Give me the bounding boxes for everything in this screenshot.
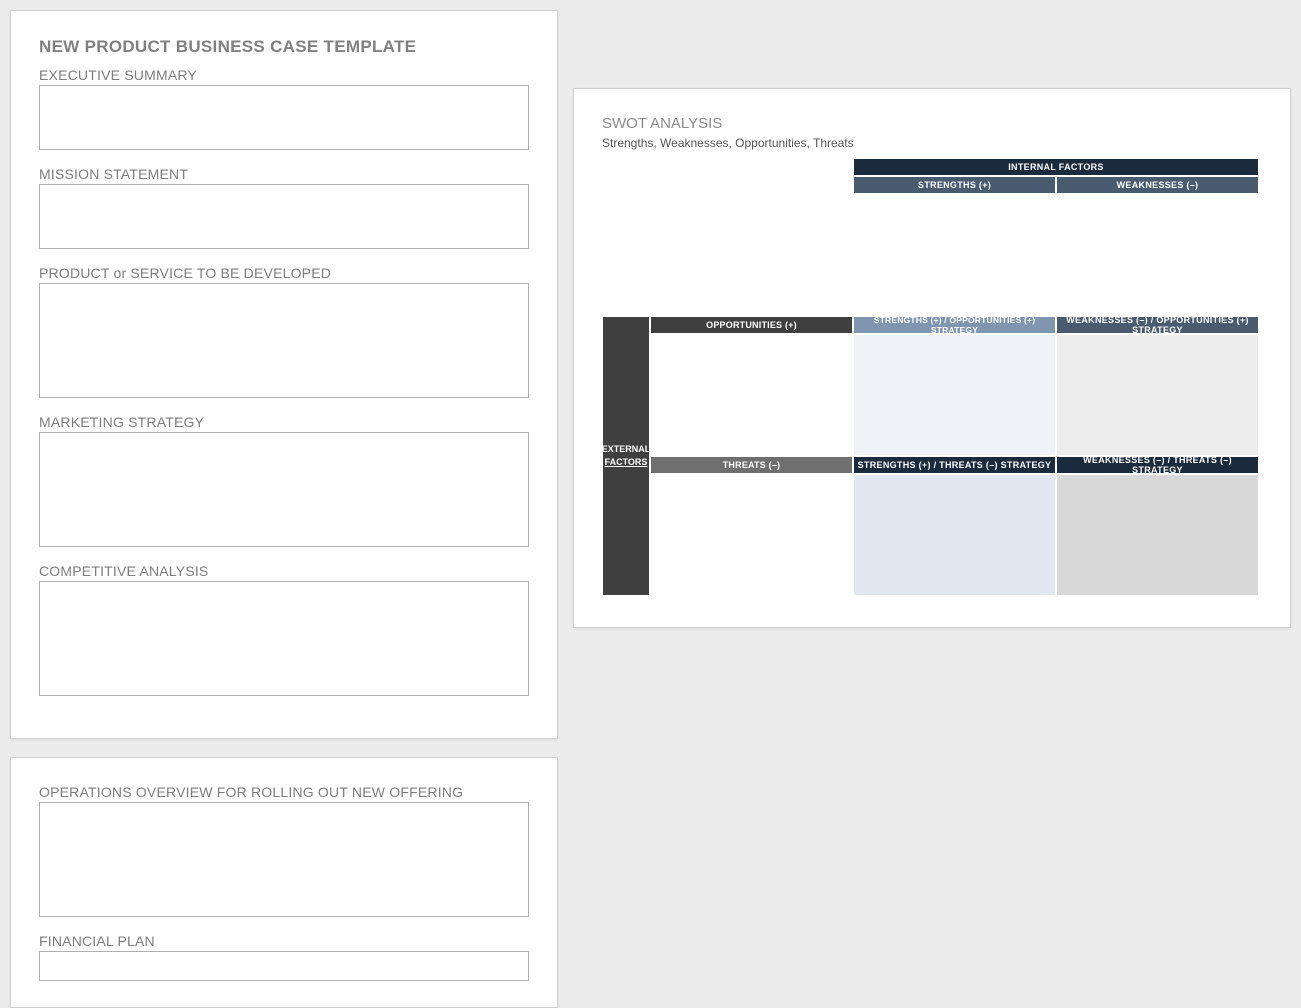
section-label: OPERATIONS OVERVIEW FOR ROLLING OUT NEW … [39,784,529,800]
swot-title: SWOT ANALYSIS [602,115,1262,132]
header-w-o-strategy: WEAKNESSES (–) / OPPORTUNITIES (+) STRAT… [1056,316,1259,334]
header-strengths: STRENGTHS (+) [853,176,1056,194]
section-label: MISSION STATEMENT [39,166,529,182]
product-service-input[interactable] [39,283,529,398]
section-label: FINANCIAL PLAN [39,933,529,949]
cell-s-t-strategy [853,474,1056,596]
w-t-strategy-input[interactable] [1059,476,1256,594]
section-executive-summary: EXECUTIVE SUMMARY [39,67,529,150]
opportunities-input[interactable] [653,336,850,454]
header-threats: THREATS (–) [650,456,853,474]
cell-opportunities [650,334,853,456]
template-page-1: NEW PRODUCT BUSINESS CASE TEMPLATE EXECU… [10,10,558,739]
swot-grid: INTERNAL FACTORS STRENGTHS (+) WEAKNESSE… [602,158,1262,596]
header-weaknesses: WEAKNESSES (–) [1056,176,1259,194]
section-mission-statement: MISSION STATEMENT [39,166,529,249]
header-w-t-strategy: WEAKNESSES (–) / THREATS (–) STRATEGY [1056,456,1259,474]
w-o-strategy-input[interactable] [1059,336,1256,454]
cell-threats [650,474,853,596]
section-competitive-analysis: COMPETITIVE ANALYSIS [39,563,529,696]
header-opportunities: OPPORTUNITIES (+) [650,316,853,334]
cell-s-o-strategy [853,334,1056,456]
template-page-swot: SWOT ANALYSIS Strengths, Weaknesses, Opp… [573,88,1291,628]
weaknesses-input[interactable] [1059,196,1256,314]
header-internal-factors: INTERNAL FACTORS [853,158,1259,176]
section-marketing-strategy: MARKETING STRATEGY [39,414,529,547]
external-line-2: FACTORS [605,456,648,470]
operations-overview-input[interactable] [39,802,529,917]
header-s-o-strategy: STRENGTHS (+) / OPPORTUNITIES (+) STRATE… [853,316,1056,334]
s-t-strategy-input[interactable] [856,476,1053,594]
section-product-service: PRODUCT or SERVICE TO BE DEVELOPED [39,265,529,398]
header-s-t-strategy: STRENGTHS (+) / THREATS (–) STRATEGY [853,456,1056,474]
template-page-2: OPERATIONS OVERVIEW FOR ROLLING OUT NEW … [10,757,558,1008]
section-label: EXECUTIVE SUMMARY [39,67,529,83]
mission-statement-input[interactable] [39,184,529,249]
section-label: MARKETING STRATEGY [39,414,529,430]
competitive-analysis-input[interactable] [39,581,529,696]
marketing-strategy-input[interactable] [39,432,529,547]
section-operations-overview: OPERATIONS OVERVIEW FOR ROLLING OUT NEW … [39,784,529,917]
cell-weaknesses [1056,194,1259,316]
section-label: PRODUCT or SERVICE TO BE DEVELOPED [39,265,529,281]
external-line-1: EXTERNAL [602,443,651,457]
cell-w-o-strategy [1056,334,1259,456]
threats-input[interactable] [653,476,850,594]
document-title: NEW PRODUCT BUSINESS CASE TEMPLATE [39,37,529,57]
section-financial-plan: FINANCIAL PLAN [39,933,529,981]
header-external-factors: EXTERNAL FACTORS [602,316,650,596]
swot-subtitle: Strengths, Weaknesses, Opportunities, Th… [602,136,1262,150]
cell-w-t-strategy [1056,474,1259,596]
financial-plan-input[interactable] [39,951,529,981]
executive-summary-input[interactable] [39,85,529,150]
s-o-strategy-input[interactable] [856,336,1053,454]
strengths-input[interactable] [856,196,1053,314]
section-label: COMPETITIVE ANALYSIS [39,563,529,579]
cell-strengths [853,194,1056,316]
swot-spacer [602,158,853,316]
